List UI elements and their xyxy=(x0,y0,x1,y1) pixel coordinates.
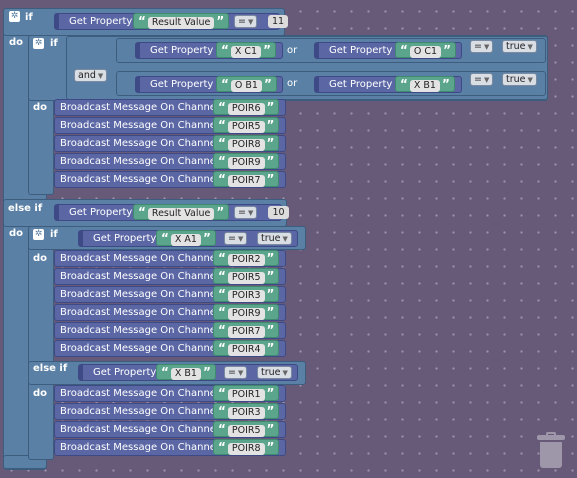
chevron-down-icon: ▼ xyxy=(282,235,288,243)
do-label: do xyxy=(33,388,48,399)
string-block[interactable]: “O B1” xyxy=(216,76,277,92)
broadcast-block[interactable]: Broadcast Message On Channel “POIR6” xyxy=(54,99,286,116)
chevron-down-icon: ▼ xyxy=(527,76,533,84)
gear-icon[interactable]: ✲ xyxy=(33,38,44,49)
broadcast-block[interactable]: Broadcast Message On Channel “POIR9” xyxy=(54,304,286,321)
chevron-down-icon: ▼ xyxy=(483,43,490,51)
comparison-dropdown[interactable]: = ▼ xyxy=(470,40,494,53)
comparison-dropdown[interactable]: = ▼ xyxy=(470,73,494,86)
string-block[interactable]: “POIR4” xyxy=(213,340,280,356)
else-if-label: else if xyxy=(8,203,43,214)
and-dropdown[interactable]: and ▼ xyxy=(74,69,108,82)
else-if-label: else if xyxy=(33,363,68,374)
string-block[interactable]: “X B1” xyxy=(156,364,216,380)
string-block[interactable]: “Result Value” xyxy=(133,13,230,29)
broadcast-block[interactable]: Broadcast Message On Channel “POIR3” xyxy=(54,403,286,420)
if-label: if xyxy=(50,229,58,240)
chevron-down-icon: ▼ xyxy=(247,209,254,217)
get-property-label: Get Property xyxy=(69,16,133,27)
comparison-dropdown[interactable]: = ▼ xyxy=(224,232,248,245)
boolean-dropdown[interactable]: true ▼ xyxy=(257,366,292,379)
string-value[interactable]: Result Value xyxy=(147,17,215,29)
broadcast-block[interactable]: Broadcast Message On Channel “POIR8” xyxy=(54,135,286,152)
chevron-down-icon: ▼ xyxy=(247,18,254,26)
broadcast-block[interactable]: Broadcast Message On Channel “POIR9” xyxy=(54,153,286,170)
do-label: do xyxy=(9,37,24,48)
boolean-dropdown[interactable]: true ▼ xyxy=(502,40,537,53)
do-label: do xyxy=(33,102,48,113)
chevron-down-icon: ▼ xyxy=(237,369,244,377)
string-block[interactable]: “POIR9” xyxy=(213,304,280,320)
string-block[interactable]: “X A1” xyxy=(156,230,216,246)
broadcast-block[interactable]: Broadcast Message On Channel “POIR7” xyxy=(54,322,286,339)
string-block[interactable]: “POIR6” xyxy=(213,99,280,115)
broadcast-block[interactable]: Broadcast Message On Channel “POIR5” xyxy=(54,421,286,438)
string-block[interactable]: “POIR3” xyxy=(213,286,280,302)
broadcast-block[interactable]: Broadcast Message On Channel “POIR8” xyxy=(54,439,286,456)
comparison-dropdown[interactable]: = ▼ xyxy=(234,206,258,219)
gear-icon[interactable]: ✲ xyxy=(9,11,20,22)
string-block[interactable]: “POIR5” xyxy=(213,117,280,133)
comparison-dropdown[interactable]: = ▼ xyxy=(234,15,258,28)
trash-lid xyxy=(537,435,565,440)
chevron-down-icon: ▼ xyxy=(282,369,288,377)
do-label: do xyxy=(9,228,24,239)
broadcast-block[interactable]: Broadcast Message On Channel “POIR2” xyxy=(54,250,286,267)
comparison-dropdown[interactable]: = ▼ xyxy=(224,366,248,379)
boolean-dropdown[interactable]: true ▼ xyxy=(257,232,292,245)
chevron-down-icon: ▼ xyxy=(97,72,104,80)
chevron-down-icon: ▼ xyxy=(527,43,533,51)
string-block[interactable]: “X B1” xyxy=(395,76,455,92)
chevron-down-icon: ▼ xyxy=(237,235,244,243)
broadcast-block[interactable]: Broadcast Message On Channel “POIR5” xyxy=(54,117,286,134)
broadcast-block[interactable]: Broadcast Message On Channel “POIR7” xyxy=(54,171,286,188)
or-label: or xyxy=(287,45,298,56)
string-block[interactable]: “POIR5” xyxy=(213,421,280,437)
string-block[interactable]: “POIR8” xyxy=(213,439,280,455)
broadcast-block[interactable]: Broadcast Message On Channel “POIR3” xyxy=(54,286,286,303)
trash-can xyxy=(540,442,562,468)
chevron-down-icon: ▼ xyxy=(483,76,490,84)
string-block[interactable]: “Result Value” xyxy=(133,204,230,220)
string-block[interactable]: “X C1” xyxy=(216,42,276,58)
if-label: if xyxy=(50,38,58,49)
string-block[interactable]: “POIR2” xyxy=(213,250,280,266)
string-block[interactable]: “POIR1” xyxy=(213,385,280,401)
or-label: or xyxy=(287,78,298,89)
string-block[interactable]: “POIR3” xyxy=(213,403,280,419)
if-label: if xyxy=(25,12,33,23)
broadcast-block[interactable]: Broadcast Message On Channel “POIR1” xyxy=(54,385,286,402)
boolean-dropdown[interactable]: true ▼ xyxy=(502,73,537,86)
string-block[interactable]: “O C1” xyxy=(395,42,456,58)
string-block[interactable]: “POIR5” xyxy=(213,268,280,284)
gear-icon[interactable]: ✲ xyxy=(33,229,44,240)
trash-icon[interactable] xyxy=(535,432,567,470)
broadcast-block[interactable]: Broadcast Message On Channel “POIR5” xyxy=(54,268,286,285)
string-block[interactable]: “POIR9” xyxy=(213,153,280,169)
do-label: do xyxy=(33,253,48,264)
number-field[interactable]: 11 xyxy=(268,15,288,28)
string-block[interactable]: “POIR8” xyxy=(213,135,280,151)
broadcast-block[interactable]: Broadcast Message On Channel “POIR4” xyxy=(54,340,286,357)
number-field[interactable]: 10 xyxy=(268,206,289,219)
string-block[interactable]: “POIR7” xyxy=(213,171,280,187)
string-block[interactable]: “POIR7” xyxy=(213,322,280,338)
